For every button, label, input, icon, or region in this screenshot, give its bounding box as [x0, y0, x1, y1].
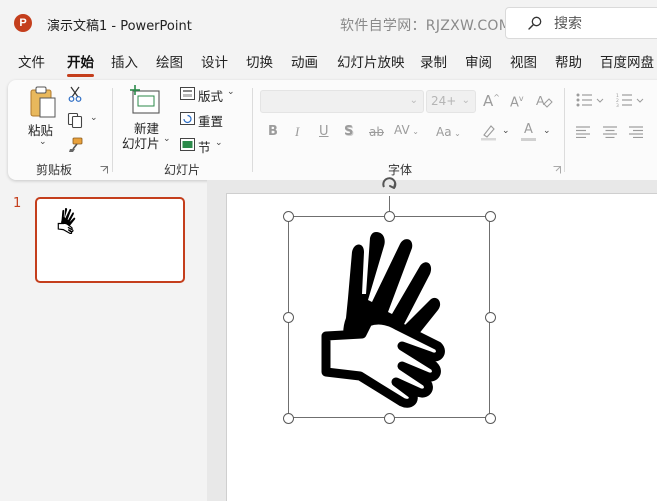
change-case-glyph: Aa	[436, 125, 452, 139]
resize-handle-bottom-right[interactable]	[485, 413, 496, 424]
resize-handle-bottom[interactable]	[384, 413, 395, 424]
font-color-glyph: A	[524, 122, 533, 137]
underline-button[interactable]: U	[319, 124, 329, 139]
format-painter-icon[interactable]	[68, 137, 84, 153]
svg-text:A: A	[536, 93, 545, 108]
group-divider	[564, 88, 565, 172]
powerpoint-logo-icon: P	[14, 14, 32, 32]
chevron-down-icon: ⌄	[461, 95, 470, 106]
ribbon-tabs: 文件 开始 插入 绘图 设计 切换 动画 幻灯片放映 录制 审阅 视图 帮助 百…	[0, 51, 657, 77]
new-slide-label-line2: 幻灯片	[122, 136, 160, 151]
group-divider	[252, 88, 253, 172]
chevron-down-icon: ⌄	[543, 126, 551, 136]
tab-view[interactable]: 视图	[510, 51, 537, 71]
resize-handle-top-right[interactable]	[485, 211, 496, 222]
increase-font-size-button[interactable]: A^	[483, 92, 500, 110]
window-title: 演示文稿1 - PowerPoint	[47, 19, 192, 34]
font-name-combo[interactable]: ⌄	[260, 90, 424, 113]
layout-label: 版式	[198, 89, 224, 104]
tab-file[interactable]: 文件	[18, 51, 45, 71]
font-color-swatch	[521, 138, 536, 141]
copy-icon	[67, 112, 83, 128]
selection-frame	[288, 216, 490, 418]
slide-thumbnail[interactable]	[35, 197, 185, 283]
reset-label: 重置	[198, 114, 224, 129]
ribbon-home: 粘贴 ⌄ ⌄ 剪贴板 新建 幻灯片 ⌄ 版式 ⌄ 重置 节 ⌄ 幻灯片 ⌄ 24…	[8, 80, 657, 180]
chevron-down-icon: ⌄	[215, 138, 223, 148]
slide-number: 1	[13, 196, 22, 211]
tab-home[interactable]: 开始	[67, 51, 94, 77]
chevron-down-icon: ⌄	[409, 95, 418, 106]
title-bar: P 演示文稿1 - PowerPoint 软件自学网：RJZXW.COM	[0, 0, 657, 46]
tab-transitions[interactable]: 切换	[246, 51, 273, 71]
search-box[interactable]	[505, 7, 657, 39]
increase-font-size-glyph: A	[483, 92, 494, 110]
tab-help[interactable]: 帮助	[555, 51, 582, 71]
tab-draw[interactable]: 绘图	[156, 51, 183, 71]
search-icon	[528, 16, 542, 30]
numbering-icon[interactable]: 1 2 3	[616, 93, 646, 107]
clipboard-group-label: 剪贴板	[36, 163, 73, 177]
italic-button[interactable]: I	[295, 124, 299, 140]
new-slide-icon	[130, 85, 160, 114]
resize-handle-left[interactable]	[283, 312, 294, 323]
clipboard-icon	[30, 86, 56, 118]
section-icon	[180, 138, 195, 151]
layout-icon	[180, 87, 195, 100]
tab-animations[interactable]: 动画	[291, 51, 318, 71]
highlight-color-icon[interactable]	[480, 123, 498, 141]
tab-baidu-netdisk[interactable]: 百度网盘	[600, 51, 654, 71]
search-input[interactable]	[554, 14, 654, 34]
chevron-down-icon: ⌄	[227, 87, 235, 97]
tab-record[interactable]: 录制	[420, 51, 447, 71]
align-center-icon[interactable]	[603, 126, 618, 138]
sign-language-hands-icon	[57, 208, 76, 234]
scissors-icon[interactable]	[68, 86, 82, 102]
tab-review[interactable]: 审阅	[465, 51, 492, 71]
watermark-text: 软件自学网：RJZXW.COM	[340, 18, 512, 34]
font-color-button[interactable]: A	[524, 122, 533, 137]
svg-text:3: 3	[616, 103, 619, 107]
dialog-launcher-icon[interactable]	[553, 166, 561, 174]
align-right-icon[interactable]	[629, 126, 644, 138]
bold-button[interactable]: B	[268, 124, 278, 139]
chevron-down-icon: ⌄	[163, 134, 171, 144]
align-left-icon[interactable]	[576, 126, 591, 138]
font-group-label: 字体	[388, 163, 413, 177]
group-divider	[112, 88, 113, 172]
character-spacing-glyph: AV	[394, 123, 410, 137]
font-size-value: 24+	[431, 94, 457, 108]
bullets-icon[interactable]	[576, 93, 606, 107]
font-size-combo[interactable]: 24+ ⌄	[426, 90, 476, 113]
chevron-down-icon: ⌄	[90, 113, 98, 123]
slides-group-label: 幻灯片	[164, 163, 201, 177]
resize-handle-top[interactable]	[384, 211, 395, 222]
dialog-launcher-icon[interactable]	[100, 166, 108, 174]
decrease-font-size-button[interactable]: Av	[510, 94, 524, 110]
resize-handle-right[interactable]	[485, 312, 496, 323]
change-case-button[interactable]: Aa ⌄	[436, 125, 461, 139]
tab-slideshow[interactable]: 幻灯片放映	[337, 51, 405, 71]
text-shadow-button[interactable]: S	[344, 124, 353, 139]
reset-icon	[180, 112, 195, 125]
chevron-down-icon: ⌄	[502, 126, 510, 136]
clear-formatting-icon[interactable]: A	[535, 92, 553, 109]
resize-handle-bottom-left[interactable]	[283, 413, 294, 424]
character-spacing-button[interactable]: AV ⌄	[394, 123, 419, 137]
decrease-font-size-glyph: A	[510, 95, 519, 111]
rotate-handle-icon[interactable]	[380, 177, 398, 193]
tab-insert[interactable]: 插入	[111, 51, 138, 71]
section-label: 节	[198, 140, 211, 155]
tab-design[interactable]: 设计	[201, 51, 228, 71]
strikethrough-button[interactable]: ab	[369, 125, 384, 139]
chevron-down-icon: ⌄	[39, 137, 47, 147]
resize-handle-top-left[interactable]	[283, 211, 294, 222]
